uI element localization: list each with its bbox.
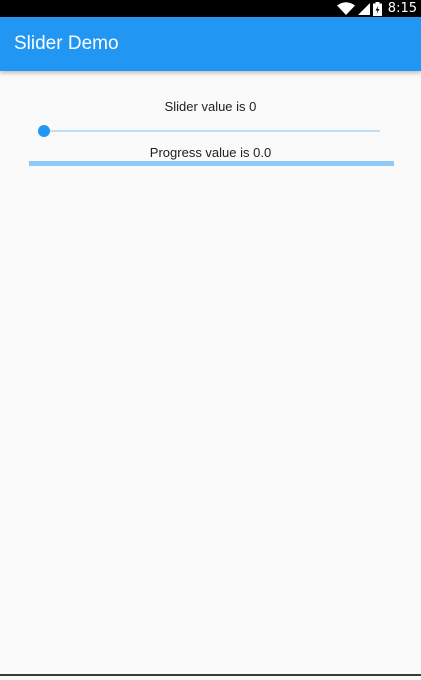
battery-icon xyxy=(372,1,382,16)
wifi-icon xyxy=(336,2,355,15)
slider-value-label: Slider value is 0 xyxy=(164,99,257,114)
cellular-signal-icon xyxy=(357,2,370,15)
slider-thumb[interactable] xyxy=(38,125,50,137)
app-title: Slider Demo xyxy=(14,33,119,54)
status-bar: 8:15 xyxy=(0,0,421,17)
status-time: 8:15 xyxy=(387,1,417,16)
slider[interactable] xyxy=(38,123,380,139)
progress-bar xyxy=(29,161,394,166)
slider-track[interactable] xyxy=(44,130,380,132)
progress-value-label: Progress value is 0.0 xyxy=(149,145,272,160)
bottom-divider xyxy=(0,674,421,676)
status-icons: 8:15 xyxy=(336,0,417,17)
app-bar: Slider Demo xyxy=(0,17,421,71)
